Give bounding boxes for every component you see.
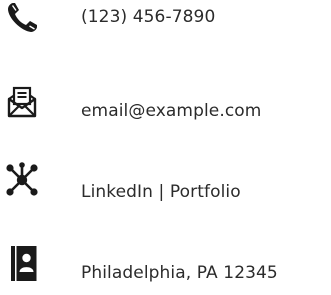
- contact-row-address: Philadelphia, PA 12345: [0, 245, 331, 285]
- email-address[interactable]: email@example.com: [81, 101, 261, 121]
- location-address: Philadelphia, PA 12345: [81, 263, 278, 283]
- phone-icon: [4, 0, 40, 36]
- contact-row-phone: (123) 456-7890: [0, 0, 331, 40]
- envelope-document-icon: [4, 84, 40, 120]
- address-book-icon: [4, 245, 40, 281]
- profile-links[interactable]: LinkedIn | Portfolio: [81, 182, 241, 202]
- contact-row-email: email@example.com: [0, 84, 331, 124]
- network-icon: [4, 162, 40, 198]
- contact-row-links: LinkedIn | Portfolio: [0, 162, 331, 202]
- phone-number[interactable]: (123) 456-7890: [81, 7, 215, 27]
